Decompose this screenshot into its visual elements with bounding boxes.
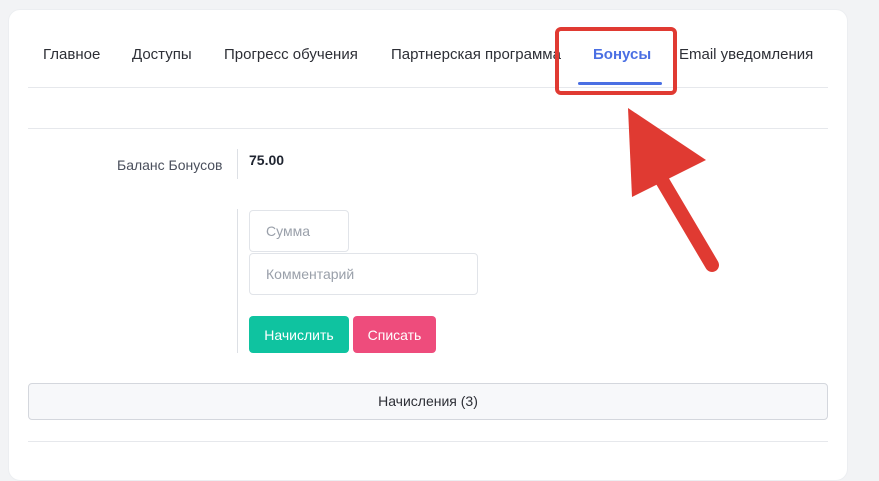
balance-separator <box>237 149 238 179</box>
accruals-toggle[interactable]: Начисления (3) <box>28 383 828 420</box>
tabs-divider <box>28 87 828 88</box>
bottom-divider <box>28 441 828 442</box>
tab-bar: Главное Доступы Прогресс обучения Партне… <box>9 10 847 88</box>
comment-input[interactable] <box>249 253 478 295</box>
tab-bonuses[interactable]: Бонусы <box>593 46 651 63</box>
accrue-button[interactable]: Начислить <box>249 316 349 353</box>
tab-main[interactable]: Главное <box>43 46 100 63</box>
amount-input[interactable] <box>249 210 349 252</box>
tab-access[interactable]: Доступы <box>132 46 192 63</box>
balance-value: 75.00 <box>249 152 285 168</box>
active-tab-underline <box>578 82 662 85</box>
tab-partner[interactable]: Партнерская программа <box>391 46 561 63</box>
client-card: Главное Доступы Прогресс обучения Партне… <box>8 9 848 481</box>
withdraw-button[interactable]: Списать <box>353 316 436 353</box>
section-divider <box>28 128 828 129</box>
form-separator <box>237 209 238 353</box>
balance-label: Баланс Бонусов <box>117 157 223 173</box>
tab-progress[interactable]: Прогресс обучения <box>224 46 358 63</box>
tab-email-notifications[interactable]: Email уведомления <box>679 46 813 63</box>
